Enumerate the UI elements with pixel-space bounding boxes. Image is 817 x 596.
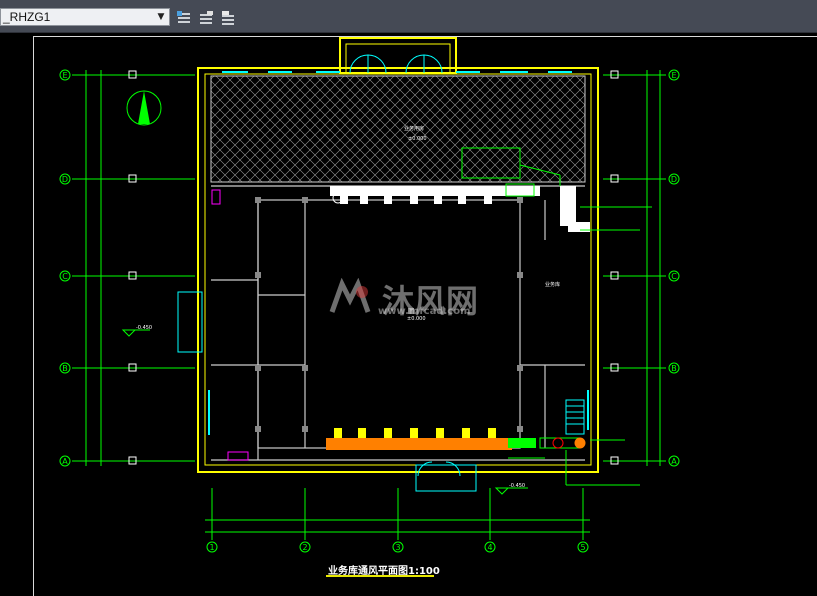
stair — [565, 399, 585, 435]
grid-label-1: 1 — [209, 543, 214, 552]
room-top-level: ±0.000 — [408, 136, 427, 142]
inner-walls — [211, 185, 585, 461]
grid-label-left-D: D — [62, 175, 68, 184]
north-arrow-icon — [126, 90, 162, 126]
grid-label-left-C: C — [62, 272, 68, 281]
grid-label-left-A: A — [62, 457, 68, 466]
bottom-dimension-lines — [205, 488, 590, 540]
title-underline — [326, 575, 434, 577]
grid-label-left-E: E — [62, 71, 67, 80]
left-dimension-lines — [72, 70, 195, 466]
level-left: -0.450 — [136, 325, 152, 331]
grid-label-5: 5 — [580, 543, 585, 552]
grid-label-4: 4 — [487, 543, 492, 552]
level-bottom: -0.450 — [509, 483, 525, 489]
hatched-area — [210, 75, 586, 183]
level-markers — [121, 329, 528, 495]
grid-label-right-E: E — [671, 71, 676, 80]
watermark-logo-icon — [329, 278, 371, 313]
grid-label-right-C: C — [671, 272, 677, 281]
top-doors — [349, 54, 443, 74]
right-dimension-lines — [603, 70, 666, 466]
upper-duct — [330, 183, 590, 232]
grid-label-left-B: B — [62, 364, 68, 373]
lower-duct — [326, 428, 586, 450]
grid-label-3: 3 — [395, 543, 400, 552]
room-top-label: 业务用房 — [404, 125, 424, 132]
grid-label-right-B: B — [671, 364, 677, 373]
grid-label-right-A: A — [671, 457, 677, 466]
fixtures — [211, 189, 249, 461]
grid-label-2: 2 — [302, 543, 307, 552]
watermark-url: www.mfcad.com — [378, 306, 471, 317]
room-right-label: 业务库 — [545, 281, 560, 288]
bottom-entrance — [415, 461, 477, 492]
grid-label-right-D: D — [671, 175, 677, 184]
